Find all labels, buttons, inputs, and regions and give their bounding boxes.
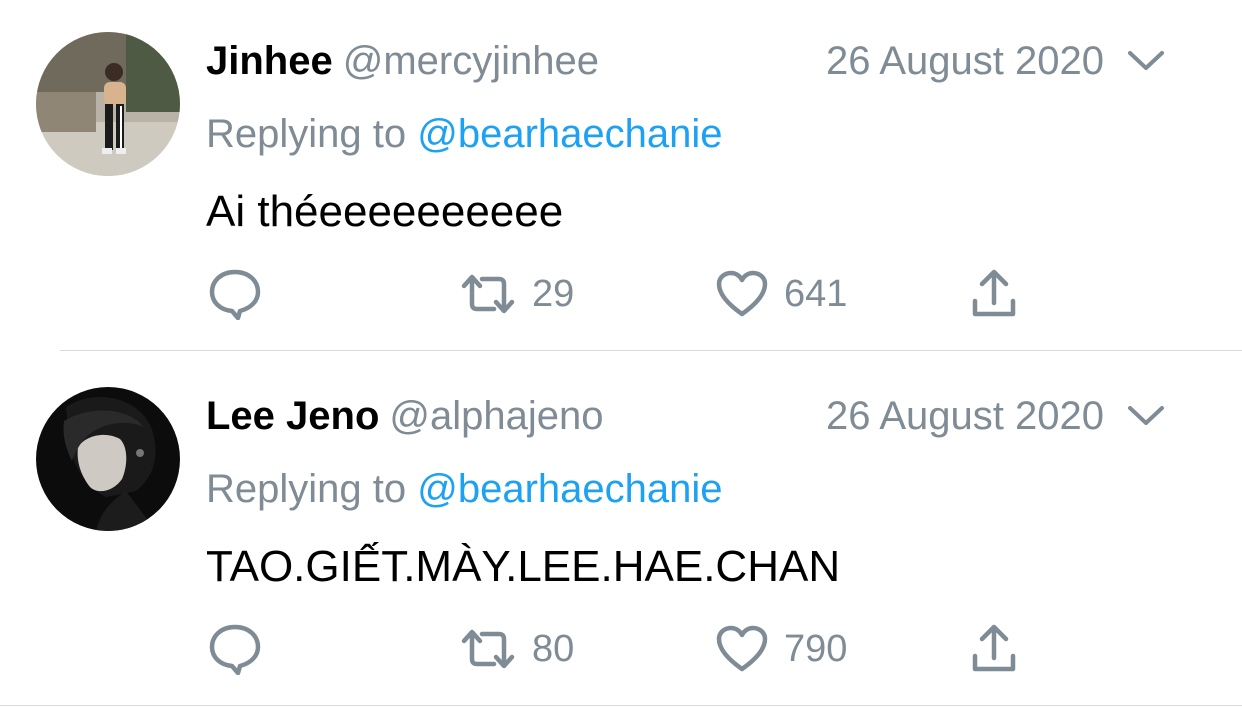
mention-link[interactable]: @bearhaechanie (417, 467, 722, 511)
share-button[interactable] (970, 623, 1018, 675)
tweet-header: Lee Jeno @alphajeno 26 August 2020 (206, 391, 1202, 441)
retweet-icon (461, 629, 515, 669)
divider (60, 350, 1242, 351)
avatar[interactable] (36, 387, 180, 531)
retweet-button[interactable]: 80 (460, 623, 574, 675)
tweet-card[interactable]: Lee Jeno @alphajeno 26 August 2020 Replyi… (0, 355, 1242, 709)
retweet-count: 29 (532, 272, 575, 315)
share-button[interactable] (970, 268, 1018, 320)
user-handle[interactable]: @alphajeno (389, 394, 603, 438)
replying-to: Replying to @bearhaechanie (206, 465, 723, 513)
display-name[interactable]: Lee Jeno (206, 394, 379, 438)
like-count: 641 (784, 272, 848, 315)
mention-link[interactable]: @bearhaechanie (417, 112, 722, 156)
reply-icon (209, 269, 261, 320)
share-icon (972, 269, 1016, 317)
retweet-count: 80 (532, 627, 575, 670)
chevron-down-icon[interactable] (1126, 48, 1166, 74)
avatar-photo (36, 387, 180, 531)
divider (0, 705, 1242, 706)
replying-to: Replying to @bearhaechanie (206, 110, 723, 158)
tweet-text: TAO.GIẾT.MÀY.LEE.HAE.CHAN (206, 542, 841, 591)
retweet-button[interactable]: 29 (460, 268, 574, 320)
heart-icon (716, 270, 768, 317)
like-count: 790 (784, 627, 848, 670)
avatar[interactable] (36, 32, 180, 176)
tweet-date[interactable]: 26 August 2020 (826, 36, 1104, 86)
tweet-date[interactable]: 26 August 2020 (826, 391, 1104, 441)
tweet-header: Jinhee @mercyjinhee 26 August 2020 (206, 36, 1202, 86)
reply-button[interactable] (208, 268, 262, 320)
tweet-card[interactable]: Jinhee @mercyjinhee 26 August 2020 Replyi… (0, 0, 1242, 354)
display-name[interactable]: Jinhee (206, 39, 333, 83)
tweet-text: Ai théeeeeeeeeee (206, 187, 564, 236)
replying-prefix: Replying to (206, 112, 407, 156)
share-icon (972, 624, 1016, 672)
reply-icon (209, 624, 261, 675)
user-handle[interactable]: @mercyjinhee (343, 39, 599, 83)
replying-prefix: Replying to (206, 467, 407, 511)
chevron-down-icon[interactable] (1126, 403, 1166, 429)
avatar-photo (36, 32, 180, 176)
reply-button[interactable] (208, 623, 262, 675)
like-button[interactable]: 641 (716, 268, 847, 320)
heart-icon (716, 625, 768, 672)
retweet-icon (461, 274, 515, 314)
like-button[interactable]: 790 (716, 623, 847, 675)
